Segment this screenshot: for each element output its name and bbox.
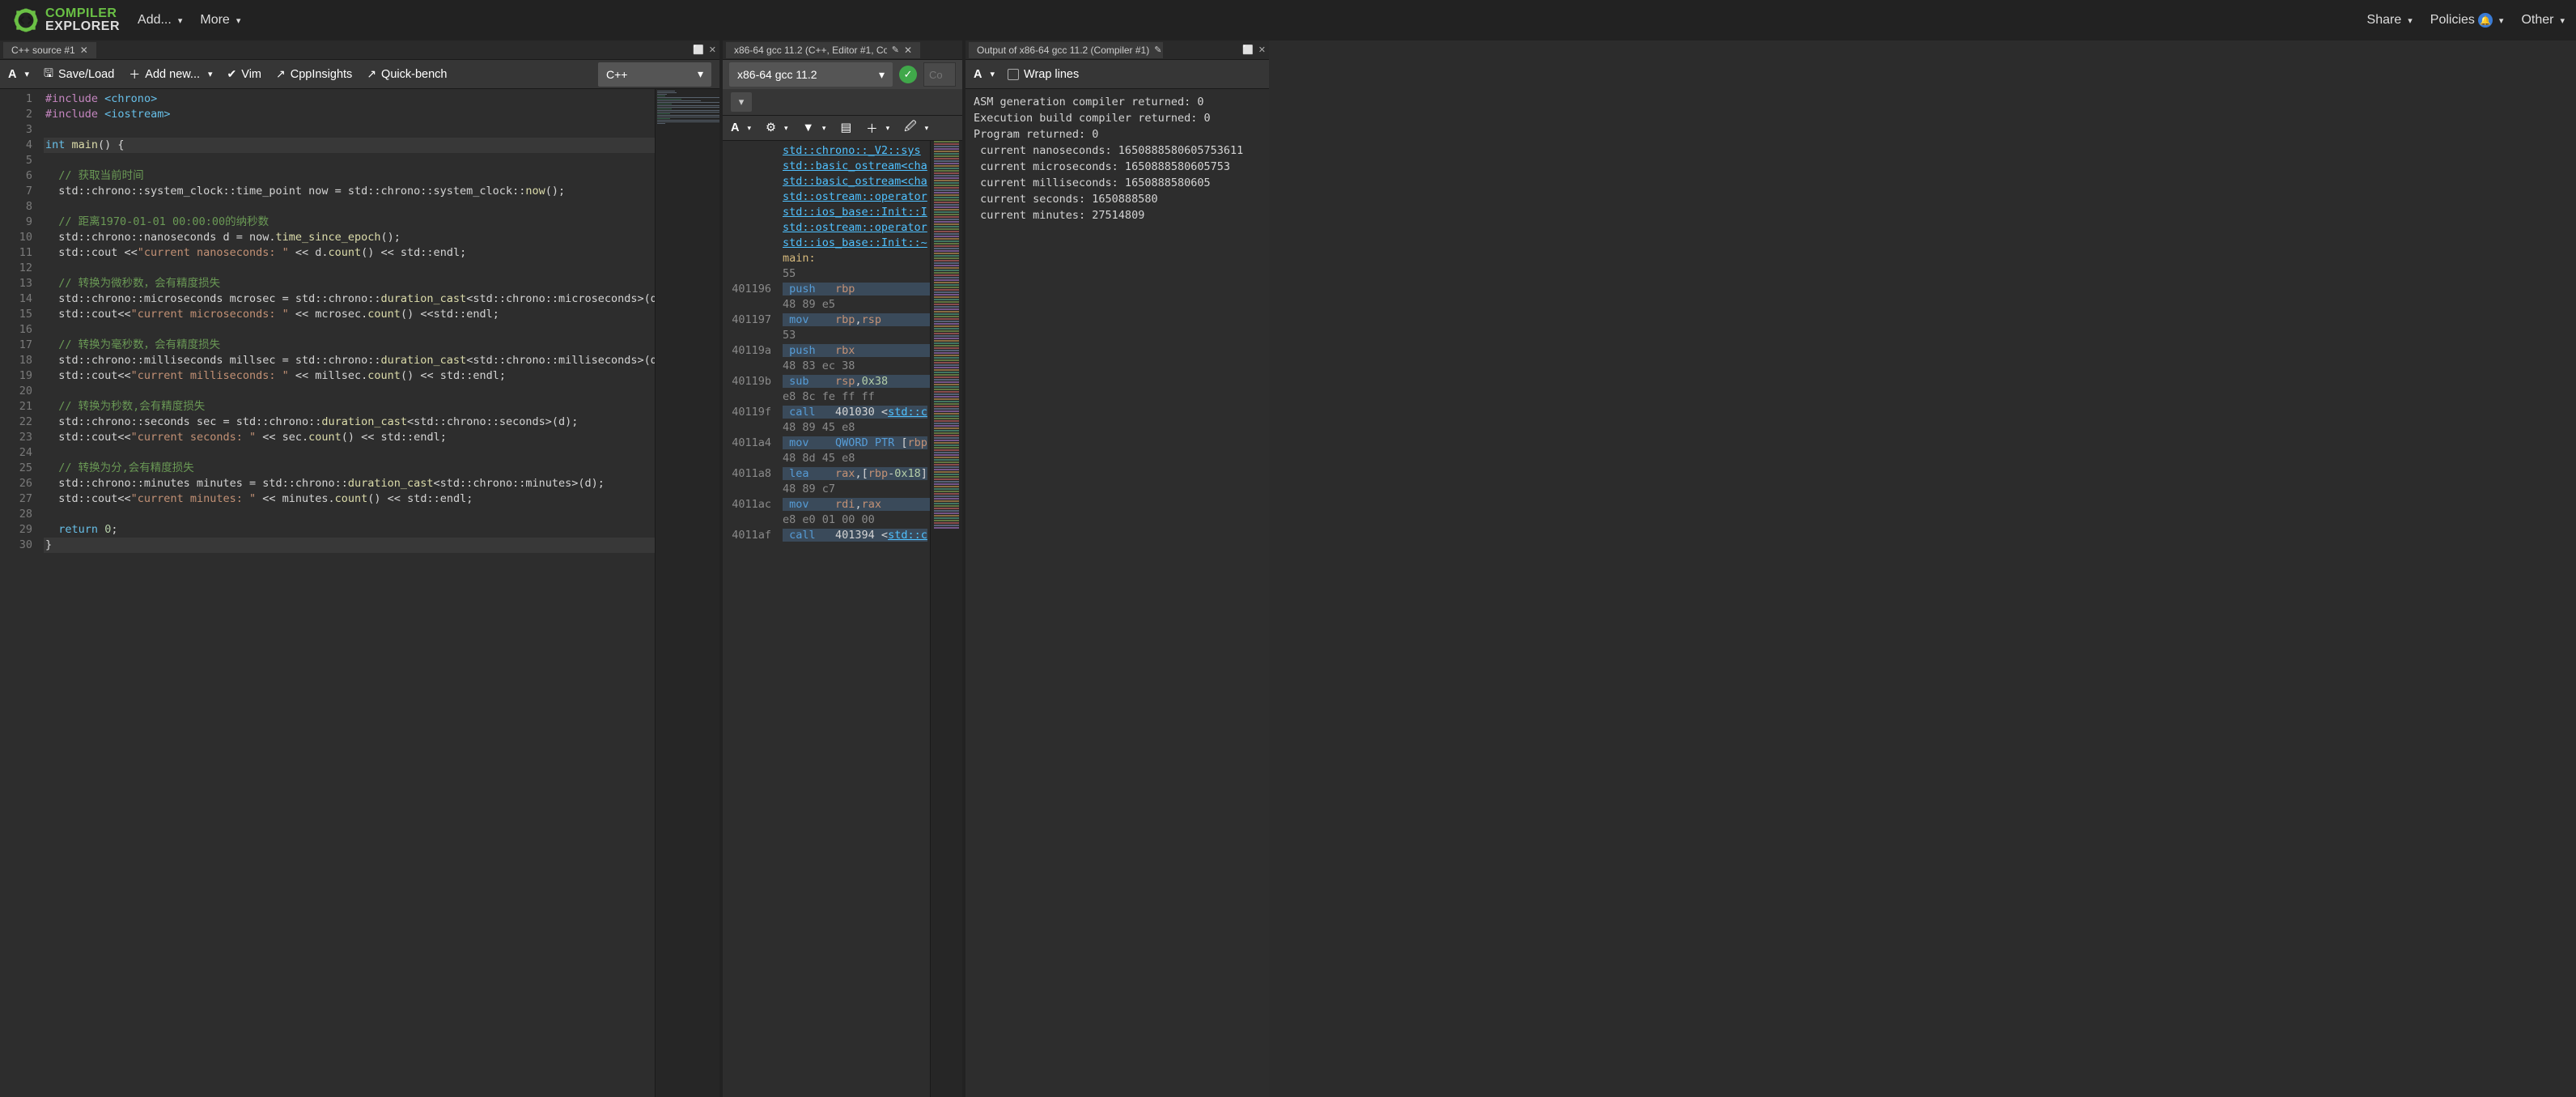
wrap-lines-toggle[interactable]: Wrap lines (1008, 68, 1079, 81)
source-toolbar: A 🖫 Save/Load ＋ Add new... ✔ Vim ↗ CppInsigh… (0, 60, 719, 89)
logo-icon (11, 6, 40, 35)
libraries-button[interactable]: ▤ (840, 121, 851, 134)
close-pane-icon[interactable]: ✕ (709, 45, 716, 55)
output-pane: Output of x86-64 gcc 11.2 (Compiler #1) … (965, 40, 1269, 1097)
pencil-icon[interactable]: ✎ (892, 45, 899, 55)
chevron-down-icon: ▾ (879, 68, 885, 82)
menu-more[interactable]: More (200, 13, 240, 28)
close-icon[interactable]: ✕ (80, 45, 88, 56)
asm-minimap[interactable] (930, 141, 962, 1097)
add-tool-button[interactable]: ＋ (866, 120, 889, 137)
cppinsights-button[interactable]: ↗ CppInsights (276, 67, 352, 81)
settings-button[interactable]: ⚙ (766, 121, 788, 134)
wrap-lines-label: Wrap lines (1024, 68, 1079, 81)
asm-editor[interactable]: 401196 401197 40119a 40119b 40119f 4011a… (723, 141, 962, 1097)
menu-other[interactable]: Other (2521, 13, 2565, 28)
save-load-label: Save/Load (58, 68, 114, 81)
asm-code[interactable]: std::chrono::_V2::sysstd::basic_ostream<… (779, 141, 930, 1097)
maximize-icon[interactable]: ⬜ (1242, 45, 1254, 55)
source-tab[interactable]: C++ source #1 ✕ (3, 42, 96, 58)
minimap[interactable]: ▬▬▬▬▬▬▬▬▬▬▬▬▬▬▬▬▬▬▬▬▬▬▬▬▬▬▬▬▬▬▬▬▬▬▬▬▬▬▬▬… (655, 89, 719, 1097)
output-text[interactable]: ASM generation compiler returned: 0 Exec… (965, 89, 1269, 1097)
menu-policies-label: Policies (2430, 13, 2475, 28)
compiler-tab-title: x86-64 gcc 11.2 (C++, Editor #1, Compile… (734, 45, 887, 56)
brand-logo[interactable]: COMPILEREXPLORER (11, 6, 120, 35)
top-bar: COMPILEREXPLORER Add... More Share Polic… (0, 0, 2576, 40)
filter-button[interactable]: ▼ (803, 121, 826, 134)
plus-icon: ＋ (129, 66, 140, 83)
quickbench-button[interactable]: ↗ Quick-bench (367, 67, 447, 81)
compiler-tab[interactable]: x86-64 gcc 11.2 (C++, Editor #1, Compile… (726, 42, 920, 58)
compiler-toolbar: x86-64 gcc 11.2 ▾ ✓ (723, 60, 962, 89)
floppy-icon: 🖫 (44, 65, 53, 84)
save-load-button[interactable]: 🖫 Save/Load (44, 65, 114, 84)
compiler-options-input[interactable] (923, 62, 956, 87)
close-pane-icon[interactable]: ✕ (1258, 45, 1266, 55)
language-select[interactable]: C++ ▾ (598, 62, 711, 87)
brand-line2: EXPLORER (45, 20, 120, 33)
line-gutter: 1234567891011121314151617181920212223242… (0, 89, 40, 1097)
cppinsights-label: CppInsights (291, 68, 353, 81)
compiler-name: x86-64 gcc 11.2 (737, 68, 817, 81)
source-tab-title: C++ source #1 (11, 45, 75, 56)
book-icon: ▤ (840, 121, 851, 134)
tools-button[interactable]: 🖉 (904, 118, 928, 138)
funnel-icon: ▼ (803, 121, 814, 134)
output-dropdown-button[interactable]: ▾ (731, 92, 752, 112)
output-tab[interactable]: Output of x86-64 gcc 11.2 (Compiler #1) … (969, 42, 1163, 58)
checkbox-icon (1008, 69, 1019, 80)
font-button[interactable]: A (731, 121, 751, 134)
code-area[interactable]: #include <chrono>#include <iostream>int … (40, 89, 655, 1097)
font-button[interactable]: A (974, 68, 995, 81)
close-icon[interactable]: ✕ (904, 45, 912, 56)
compiler-select[interactable]: x86-64 gcc 11.2 ▾ (729, 62, 893, 87)
vim-icon: ✔ (227, 67, 237, 81)
menu-add[interactable]: Add... (138, 13, 182, 28)
compiler-pane: x86-64 gcc 11.2 (C++, Editor #1, Compile… (723, 40, 965, 1097)
plus-icon: ＋ (866, 120, 878, 137)
add-new-label: Add new... (145, 68, 200, 81)
output-toolbar: A Wrap lines (965, 60, 1269, 89)
menu-policies[interactable]: Policies 🔔 (2430, 13, 2504, 28)
language-label: C++ (606, 68, 627, 81)
asm-toolbar: A ⚙ ▼ ▤ ＋ 🖉 (723, 115, 962, 141)
pencil-icon[interactable]: ✎ (1154, 45, 1161, 55)
add-new-button[interactable]: ＋ Add new... (129, 66, 212, 83)
menu-share[interactable]: Share (2367, 13, 2413, 28)
maximize-icon[interactable]: ⬜ (693, 45, 704, 55)
source-editor[interactable]: 1234567891011121314151617181920212223242… (0, 89, 719, 1097)
status-ok-icon: ✓ (899, 66, 917, 83)
source-pane: C++ source #1 ✕ ⬜ ✕ A 🖫 Save/Load ＋ Add ne… (0, 40, 723, 1097)
gear-icon: ⚙ (766, 121, 776, 134)
quickbench-label: Quick-bench (381, 68, 447, 81)
arrow-icon: ↗ (367, 67, 376, 81)
font-button[interactable]: A (8, 68, 29, 81)
vim-label: Vim (241, 68, 261, 81)
bell-icon: 🔔 (2478, 13, 2493, 28)
output-tab-title: Output of x86-64 gcc 11.2 (Compiler #1) (977, 45, 1149, 56)
wrench-icon: 🖉 (904, 118, 916, 138)
brand-line1: COMPILER (45, 7, 120, 20)
chevron-down-icon: ▾ (698, 67, 703, 81)
vim-button[interactable]: ✔ Vim (227, 67, 261, 81)
arrow-icon: ↗ (276, 67, 286, 81)
asm-gutter: 401196 401197 40119a 40119b 40119f 4011a… (723, 141, 779, 1097)
